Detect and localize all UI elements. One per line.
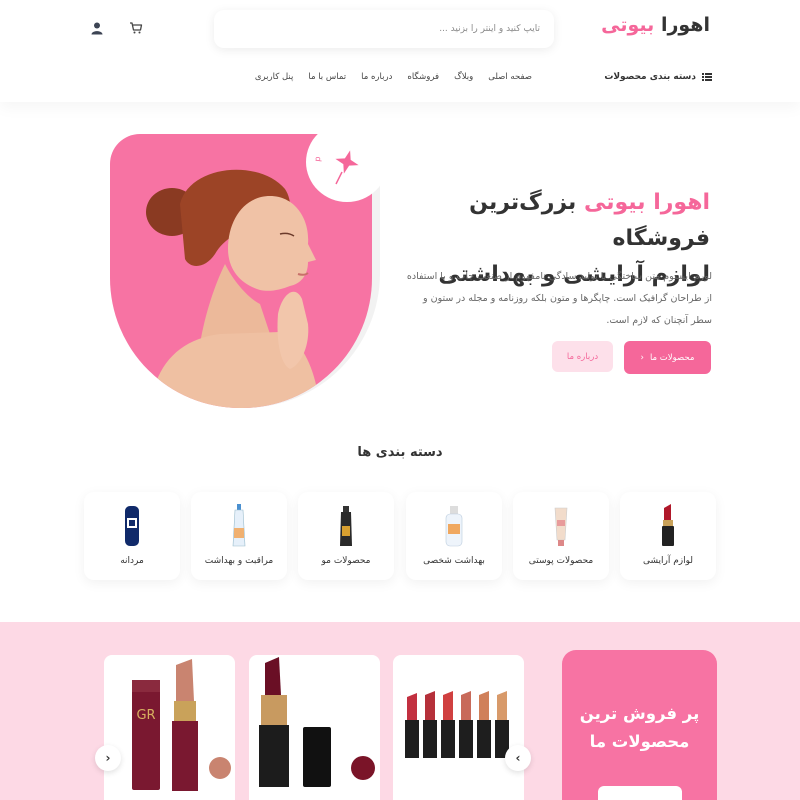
logo-main: اهورا <box>654 14 710 36</box>
hair-product-icon <box>340 506 352 546</box>
category-card-men[interactable]: مردانه <box>84 492 180 580</box>
main-nav: صفحه اصلی وبلاگ فروشگاه درباره ما تماس ب… <box>255 72 532 82</box>
nav-item-home[interactable]: صفحه اصلی <box>488 72 532 82</box>
chevron-left-icon: ‹ <box>640 352 644 363</box>
product-card-lipstick-set[interactable] <box>393 655 524 800</box>
nav-item-about[interactable]: درباره ما <box>361 72 392 82</box>
nav-item-shop[interactable]: فروشگاه <box>407 72 439 82</box>
best-sellers-title: پر فروش ترین محصولات ما <box>562 700 717 756</box>
chevron-left-icon: ‹ <box>105 751 111 765</box>
category-label: محصولات مو <box>321 556 371 566</box>
search-box <box>214 10 554 48</box>
product-image <box>259 657 375 787</box>
beauty-shop-badge: Beauty Shop <box>303 115 388 202</box>
site-header: اهورا بیوتی دسته بندی محصولات صفحه اصلی … <box>0 0 800 102</box>
category-label: مراقبت و بهداشت <box>204 556 274 566</box>
carousel-next-arrow[interactable]: › <box>505 745 531 771</box>
svg-text:GR: GR <box>136 708 155 723</box>
nav-item-user-panel[interactable]: پنل کاربری <box>255 72 294 82</box>
category-menu-label: دسته بندی محصولات <box>604 72 696 82</box>
svg-text:Beauty Shop: Beauty Shop <box>306 122 323 162</box>
chevron-right-icon: › <box>515 751 521 765</box>
hero-title-brand: اهورا بیوتی <box>583 190 710 215</box>
category-card-care[interactable]: مراقبت و بهداشت <box>191 492 287 580</box>
categories-title: دسته بندی ها <box>357 445 443 460</box>
product-card-golden-rose[interactable]: GR <box>104 655 235 800</box>
deodorant-icon <box>125 506 139 546</box>
category-label: لوازم آرایشی <box>642 556 694 566</box>
view-all-button[interactable] <box>598 786 682 800</box>
logo-accent: بیوتی <box>601 14 655 36</box>
user-icon[interactable] <box>89 20 105 36</box>
best-sellers-card: پر فروش ترین محصولات ما <box>562 650 717 800</box>
list-icon <box>702 73 712 81</box>
nav-item-contact[interactable]: تماس با ما <box>308 72 346 82</box>
product-card-liquid-lipstick[interactable] <box>249 655 380 800</box>
category-label: محصولات پوستی <box>528 556 594 566</box>
cart-icon[interactable] <box>128 20 144 36</box>
care-bottle-icon <box>232 504 246 547</box>
category-card-hygiene[interactable]: بهداشت شخصی <box>406 492 502 580</box>
lipstick-icon <box>662 504 674 546</box>
search-input[interactable] <box>214 10 554 48</box>
carousel-prev-arrow[interactable]: ‹ <box>95 745 121 771</box>
about-button-label: درباره ما <box>566 351 599 362</box>
badge-text: Beauty Shop <box>303 115 323 162</box>
category-card-skin[interactable]: محصولات پوستی <box>513 492 609 580</box>
about-button[interactable]: درباره ما <box>552 341 613 372</box>
products-button-label: محصولات ما <box>649 352 695 363</box>
category-label: مردانه <box>120 556 144 566</box>
hero-description: لورم ایپسوم متن ساختگی با تولید سادگی نا… <box>406 271 712 326</box>
category-label: بهداشت شخصی <box>423 556 485 566</box>
best-sellers-title-line2: محصولات ما <box>589 732 690 751</box>
site-logo[interactable]: اهورا بیوتی <box>601 14 710 36</box>
product-image <box>405 691 509 758</box>
product-image: GR <box>132 659 231 791</box>
best-sellers-title-line1: پر فروش ترین <box>579 704 700 723</box>
category-card-makeup[interactable]: لوازم آرایشی <box>620 492 716 580</box>
skincare-tube-icon <box>554 507 568 546</box>
category-card-hair[interactable]: محصولات مو <box>298 492 394 580</box>
nav-item-blog[interactable]: وبلاگ <box>454 72 473 82</box>
category-menu-button[interactable]: دسته بندی محصولات <box>604 72 712 82</box>
products-button[interactable]: محصولات ما ‹ <box>624 341 711 374</box>
hygiene-bottle-icon <box>445 506 463 547</box>
